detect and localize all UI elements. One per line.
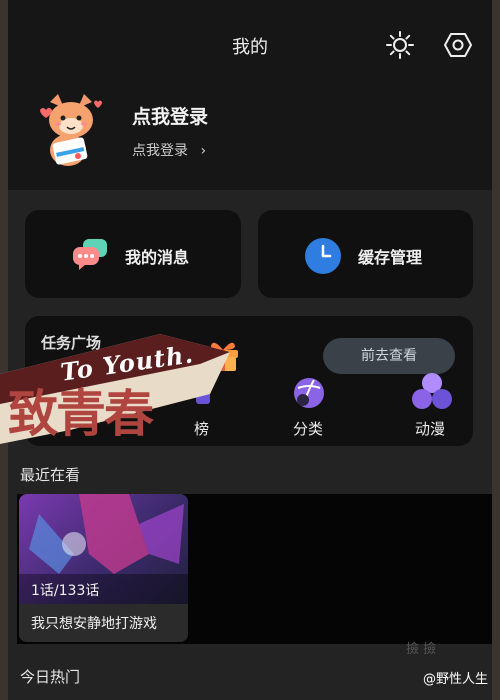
- go-check-button[interactable]: 前去查看: [323, 338, 455, 374]
- youth-chinese-text: 致青春: [8, 384, 154, 443]
- avatar[interactable]: [36, 92, 106, 172]
- login-title[interactable]: 点我登录: [132, 102, 208, 129]
- chat-bubbles-icon: [71, 237, 109, 271]
- frame-right-edge: [492, 0, 500, 700]
- my-messages-button[interactable]: 我的消息: [25, 210, 241, 298]
- cache-management-label: 缓存管理: [358, 248, 423, 267]
- category-anime-label: 动漫: [414, 420, 445, 438]
- source-watermark: @野性人生: [422, 672, 488, 687]
- cache-management-button[interactable]: 缓存管理: [258, 210, 473, 298]
- login-subtitle-text: 点我登录: [132, 143, 188, 159]
- header: 我的 点我登录 点我登录 ›: [8, 0, 492, 190]
- faint-watermark: 撿 撿: [406, 642, 437, 657]
- settings-icon[interactable]: [443, 30, 473, 60]
- category-ball-icon: [292, 376, 326, 410]
- login-subtitle[interactable]: 点我登录 ›: [132, 140, 206, 160]
- brightness-icon[interactable]: [385, 30, 415, 60]
- recent-item-card[interactable]: 1话/133话 我只想安静地打游戏: [19, 494, 188, 642]
- episode-progress: 1话/133话: [31, 583, 100, 599]
- chevron-right-icon: ›: [200, 143, 207, 159]
- anime-circles-icon: [412, 372, 452, 410]
- my-messages-label: 我的消息: [125, 248, 190, 267]
- recent-item-title: 我只想安静地打游戏: [31, 616, 157, 632]
- recent-watching-title: 最近在看: [20, 466, 81, 484]
- today-hot-title: 今日热门: [20, 668, 81, 686]
- page-title: 我的: [232, 37, 268, 58]
- clock-icon: [304, 237, 342, 274]
- recent-title-bar: 我只想安静地打游戏: [19, 604, 188, 642]
- category-classify-label: 分类: [292, 420, 323, 438]
